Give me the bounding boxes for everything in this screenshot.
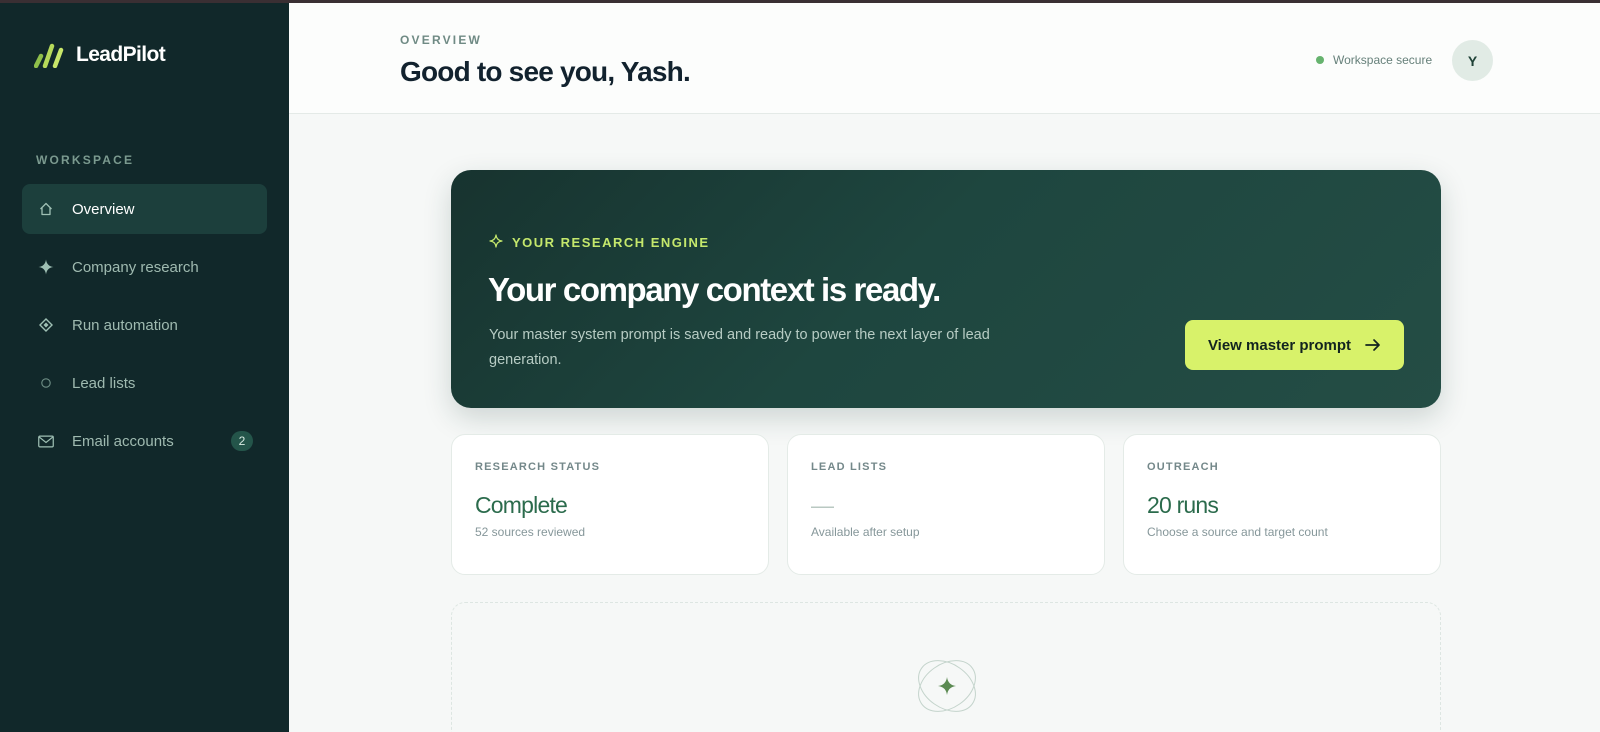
stat-subtext: 52 sources reviewed: [475, 525, 586, 539]
page-header: OVERVIEW Good to see you, Yash. Workspac…: [289, 3, 1600, 114]
sidebar-item-lead-lists[interactable]: Lead lists: [22, 358, 267, 408]
sidebar-item-label: Lead lists: [72, 374, 136, 392]
email-accounts-count-badge: 2: [231, 431, 253, 451]
workspace-status: Workspace secure: [1316, 53, 1432, 67]
stat-label: OUTREACH: [1147, 461, 1219, 473]
circle-icon: [38, 375, 54, 391]
empty-state-card: [451, 602, 1441, 732]
page-title: Good to see you, Yash.: [400, 56, 691, 87]
hero-description: Your master system prompt is saved and r…: [489, 327, 990, 368]
sidebar-nav: Overview Company research Run automation…: [22, 184, 267, 474]
stat-value: Complete: [475, 492, 568, 518]
brand[interactable]: LeadPilot: [34, 42, 166, 68]
bars-logo-icon: [34, 42, 64, 68]
stat-value: —: [811, 492, 834, 518]
workspace-status-text: Workspace secure: [1333, 53, 1433, 67]
sidebar: LeadPilot WORKSPACE Overview Company res…: [0, 0, 289, 732]
stat-label: RESEARCH STATUS: [475, 461, 601, 473]
lead-lists-card: LEAD LISTS — Available after setup: [787, 434, 1105, 575]
sparkle-outline-icon: [489, 234, 503, 251]
outreach-card: OUTREACH 20 runs Choose a source and tar…: [1123, 434, 1441, 575]
stat-label: LEAD LISTS: [811, 461, 888, 473]
status-dot-icon: [1316, 56, 1324, 64]
stat-subtext: Available after setup: [811, 525, 920, 539]
page-eyebrow: OVERVIEW: [400, 33, 483, 47]
sidebar-item-company-research[interactable]: Company research: [22, 242, 267, 292]
stat-value: 20 runs: [1147, 492, 1219, 518]
workspace-section-label: WORKSPACE: [36, 153, 135, 167]
arrow-right-icon: [1365, 338, 1381, 352]
hero-eyebrow-text: YOUR RESEARCH ENGINE: [512, 235, 710, 250]
top-accent-line: [0, 0, 1600, 3]
sidebar-item-overview[interactable]: Overview: [22, 184, 267, 234]
button-label: View master prompt: [1207, 336, 1352, 354]
mail-icon: [38, 433, 54, 449]
view-master-prompt-button[interactable]: View master prompt: [1185, 320, 1404, 370]
hero-eyebrow: YOUR RESEARCH ENGINE: [489, 234, 710, 251]
sidebar-item-label: Company research: [72, 258, 199, 276]
brand-name: LeadPilot: [76, 43, 166, 66]
sidebar-item-label: Email accounts: [72, 432, 174, 450]
research-engine-hero: YOUR RESEARCH ENGINE Your company contex…: [451, 170, 1441, 408]
orbit-sparkle-icon: [914, 653, 980, 724]
hero-title: Your company context is ready.: [488, 271, 941, 308]
avatar[interactable]: Y: [1452, 40, 1493, 81]
diamond-icon: [38, 317, 54, 333]
sidebar-item-label: Run automation: [72, 316, 178, 334]
stat-subtext: Choose a source and target count: [1147, 525, 1328, 539]
research-status-card: RESEARCH STATUS Complete 52 sources revi…: [451, 434, 769, 575]
home-icon: [38, 201, 54, 217]
sidebar-item-run-automation[interactable]: Run automation: [22, 300, 267, 350]
sparkle-icon: [38, 259, 54, 275]
sidebar-item-email-accounts[interactable]: Email accounts 2: [22, 416, 267, 466]
sidebar-item-label: Overview: [72, 200, 135, 218]
